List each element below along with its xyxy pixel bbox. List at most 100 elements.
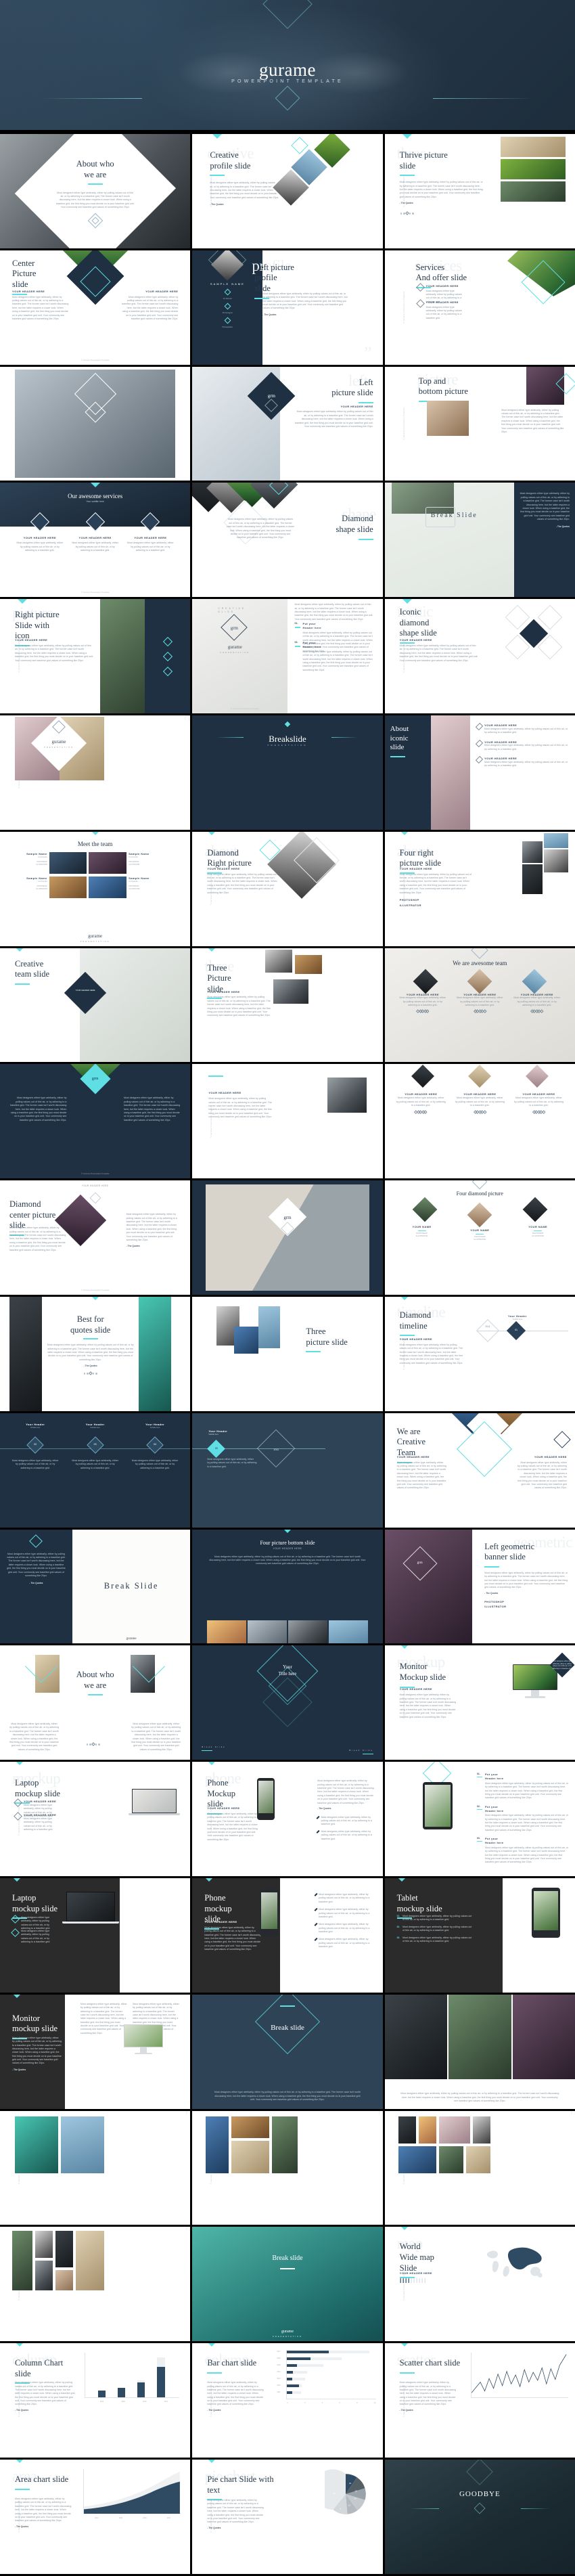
- slide-break-2[interactable]: Most designers either type arbitrarily, …: [0, 1529, 191, 1644]
- slide-awesome-team[interactable]: We are awesome team YOUR HEADER HERE Most…: [384, 948, 575, 1063]
- slide-four-right-picture[interactable]: © Gurame Presentation Template about Fou…: [384, 831, 575, 946]
- x-tick: 2015: [121, 2400, 125, 2403]
- slide-pie-chart[interactable]: © Gurame Presentation Template pie chart…: [192, 2459, 383, 2574]
- slide-gallery-two-up[interactable]: © Gurame Presentation Template gurame: [0, 2110, 191, 2225]
- slide-services-offer[interactable]: © Gurame Presentation Template services …: [384, 250, 575, 365]
- slide-title: Thrive picture slide: [399, 150, 448, 171]
- slide-creative-team[interactable]: Creative team slide YOUR HEADER HERE: [0, 948, 191, 1063]
- slide-gallery-mosaic-a[interactable]: © Gurame Presentation Template gurame: [192, 2110, 383, 2225]
- slide-body: Most designers either type arbitrarily, …: [262, 292, 348, 310]
- slide-goodbye[interactable]: GOODBYE: [384, 2459, 575, 2574]
- slide-quote: - The Quotes: [12, 2068, 26, 2071]
- slide-title: Services And offer slide: [415, 262, 467, 283]
- slide-monitor-mockup-dark[interactable]: Monitor mockup slide Most designers eith…: [0, 1994, 191, 2109]
- slide-monitor-mockup[interactable]: © Gurame Presentation Template mockup Mo…: [384, 1645, 575, 1760]
- slide-title: Four right picture slide: [399, 847, 442, 868]
- hero-diamond-top-icon: [262, 0, 313, 29]
- step-number: 03.: [396, 1936, 400, 1939]
- x-tick: 2016: [143, 2400, 147, 2403]
- step-label: Put your Header here: [302, 641, 322, 648]
- slide-diamond-shape[interactable]: Most designers either type arbitrarily, …: [192, 483, 383, 598]
- slide-body: Most designers either type arbitrarily, …: [399, 181, 483, 198]
- service-body: Most designers either type arbitrarily, …: [127, 541, 174, 552]
- slide-laptop-mockup[interactable]: © Gurame Presentation Template mockup La…: [0, 1762, 191, 1876]
- slide-iconic-diamond[interactable]: © Gurame Presentation Template iconic Ic…: [384, 599, 575, 713]
- slide-meet-the-team[interactable]: Meet the team Sample Name Co Founder PHO…: [0, 831, 191, 946]
- slide-world-map[interactable]: © Gurame Presentation Template map World…: [384, 2227, 575, 2342]
- slide-quote: - The Quotes: [484, 1591, 499, 1595]
- slide-subheader: YOUR HEADER HERE: [204, 1919, 237, 1924]
- slide-three-picture-3[interactable]: Three picture slide: [192, 1296, 383, 1411]
- slide-subheader: YOUR HEADER HERE: [399, 638, 432, 642]
- slide-body: Most designers either type arbitrarily, …: [209, 1555, 366, 1565]
- slide-our-awesome-services[interactable]: Our awesome services Your subtitle here …: [0, 483, 191, 598]
- slide-timeline-dark-a[interactable]: Your Header Subtitle here 02 Most design…: [0, 1413, 191, 1528]
- slide-three-picture-2[interactable]: three Three Picture slide YOUR HEADER HE…: [192, 948, 383, 1063]
- slide-creative-profile[interactable]: © Gurame Presentation Template creative …: [192, 134, 383, 248]
- slide-picture-text[interactable]: © Gurame Presentation Template YOUR HEAD…: [192, 1064, 383, 1179]
- slide-we-are-creative-team[interactable]: We are Creative Team YOUR HEADER HERE Mo…: [384, 1413, 575, 1528]
- slide-subheader-right: YOUR HEADER HERE: [145, 289, 179, 293]
- slide-about-iconic[interactable]: About iconic slide YOUR HEADER HERE Most …: [384, 715, 575, 830]
- pie-label: 24: [349, 2482, 352, 2485]
- slide-timeline-dark-b[interactable]: Your Header Subtitle here 05 Most design…: [192, 1413, 383, 1528]
- skill-photoshop: PHOTOSHOP: [484, 1599, 505, 1603]
- x-tick: 8: [356, 2401, 358, 2404]
- slide-tablet-mockup-dark[interactable]: Tablet mockup slide 01. Most designers ei…: [384, 1878, 575, 1993]
- slide-left-picture-profile[interactable]: SAMPLE NAME Art Director Pro Designer Ph…: [192, 250, 383, 365]
- timeline-sub: Subtitle here: [150, 1426, 160, 1429]
- slide-phone-mockup-dark[interactable]: Phone mockup slide YOUR HEADER HERE Most…: [192, 1878, 383, 1993]
- slide-three-portrait-gallery[interactable]: Most designers either type arbitrarily, …: [384, 1994, 575, 2109]
- skill-illustrator: ILLUSTRATOR: [474, 1238, 486, 1241]
- slide-title: Left picture slide: [331, 377, 373, 398]
- slide-diamond-center-picture[interactable]: YOUR HEADER HERE Diamond center picture …: [0, 1180, 191, 1295]
- step-label: Put your Header here: [484, 1837, 504, 1845]
- timeline-body: Most designers either type arbitrarily, …: [12, 1459, 59, 1469]
- slide-scatter-chart[interactable]: © Gurame Presentation Template scatter S…: [384, 2343, 575, 2458]
- slide-laptop-mockup-dark[interactable]: Laptop mockup slide Most designers eithe…: [0, 1878, 191, 1993]
- slide-best-quotes[interactable]: Best for quotes slide Most designers eit…: [0, 1296, 191, 1411]
- slide-break-1[interactable]: Break Slide Most designers either type a…: [384, 483, 575, 598]
- slide-your-title-here[interactable]: Your Title here Break Slide Break Slide: [192, 1645, 383, 1760]
- slide-area-chart[interactable]: © Gurame Presentation Template area Area…: [0, 2459, 191, 2574]
- timeline-header: Your Header: [85, 1422, 105, 1426]
- slide-left-geometric-banner[interactable]: grm geometric Left geometric banner slid…: [384, 1529, 575, 1644]
- slide-tablet-steps-mockup[interactable]: 01. Put your Header here Most designers ei…: [384, 1762, 575, 1876]
- slide-title: Monitor Mockup slide: [399, 1662, 446, 1682]
- slide-break-3[interactable]: Break slide Most designers either type a…: [192, 1994, 383, 2109]
- slide-full-picture[interactable]: © Gurame Presentation Template: [0, 366, 191, 481]
- slide-break-teal[interactable]: Break slide gurame PRESENTATION: [192, 2227, 383, 2342]
- slide-about-who-we-are[interactable]: About who we are Most designers either t…: [0, 134, 191, 248]
- slide-column-chart[interactable]: © Gurame Presentation Template column Co…: [0, 2343, 191, 2458]
- slide-four-picture-bottom[interactable]: Four picture bottom slide YOUR HEADER HE…: [192, 1529, 383, 1644]
- slide-phone-mockup[interactable]: © Gurame Presentation Template phone Pho…: [192, 1762, 383, 1876]
- slide-quote: - The Quotes: [207, 2526, 221, 2529]
- slide-quote: - The Quotes: [555, 525, 570, 528]
- slide-four-diamond-picture[interactable]: Four diamond picture YOUR NAME PHOTOSHOP I…: [384, 1180, 575, 1295]
- slide-gurame-collage[interactable]: © Gurame Presentation Template gurame PR…: [0, 715, 191, 830]
- slide-about-who-we-are-2[interactable]: About who we are Most designers either t…: [0, 1645, 191, 1760]
- slide-footer: © Gurame Presentation Template: [80, 591, 110, 594]
- slide-title: Top and bottom picture: [418, 376, 468, 397]
- slide-title: GOODBYE: [459, 2489, 501, 2498]
- slide-center-picture[interactable]: Center Picture slide YOUR HEADER HERE Mo…: [0, 250, 191, 365]
- slide-creative-grm[interactable]: CREATIVE SLIDE grm gurame PRESENTATION M…: [192, 599, 383, 713]
- member-role: Co Founder: [38, 856, 47, 858]
- slide-diamond-grm-dark[interactable]: grm Most designers either type arbitrari…: [0, 1064, 191, 1179]
- slide-title: Laptop mockup slide: [15, 1778, 61, 1798]
- slide-title: Iconic diamond shape slide: [399, 607, 437, 638]
- slide-side-note: © Gurame Presentation Template: [402, 407, 405, 440]
- slide-top-bottom-picture[interactable]: © Gurame Presentation Template picture T…: [384, 366, 575, 481]
- slide-bar-chart[interactable]: © Gurame Presentation Template column Ba…: [192, 2343, 383, 2458]
- slide-diamond-timeline[interactable]: © Gurame Presentation Template timeline …: [384, 1296, 575, 1411]
- slide-diamond-right-picture[interactable]: © Gurame Presentation Template about Dia…: [192, 831, 383, 946]
- slide-grm-picture[interactable]: grm: [192, 1180, 383, 1295]
- slide-title: Break slide: [272, 2255, 303, 2263]
- slide-left-picture[interactable]: left grm Left picture slide YOUR HEADER …: [192, 366, 383, 481]
- slide-gallery-mosaic-b[interactable]: © Gurame Presentation Template gurame: [384, 2110, 575, 2225]
- slide-right-picture-icon[interactable]: © Gurame Presentation Template picture R…: [0, 599, 191, 713]
- slide-breakslide-dark[interactable]: Breakslide PRESENTATION: [192, 715, 383, 830]
- slide-three-picture[interactable]: © Gurame Presentation Template three Thr…: [384, 134, 575, 248]
- slide-gallery-mosaic-c[interactable]: © Gurame Presentation Template gurame: [0, 2227, 191, 2342]
- slide-testimonials[interactable]: YOUR HEADER HERE Most designers either ty…: [384, 1064, 575, 1179]
